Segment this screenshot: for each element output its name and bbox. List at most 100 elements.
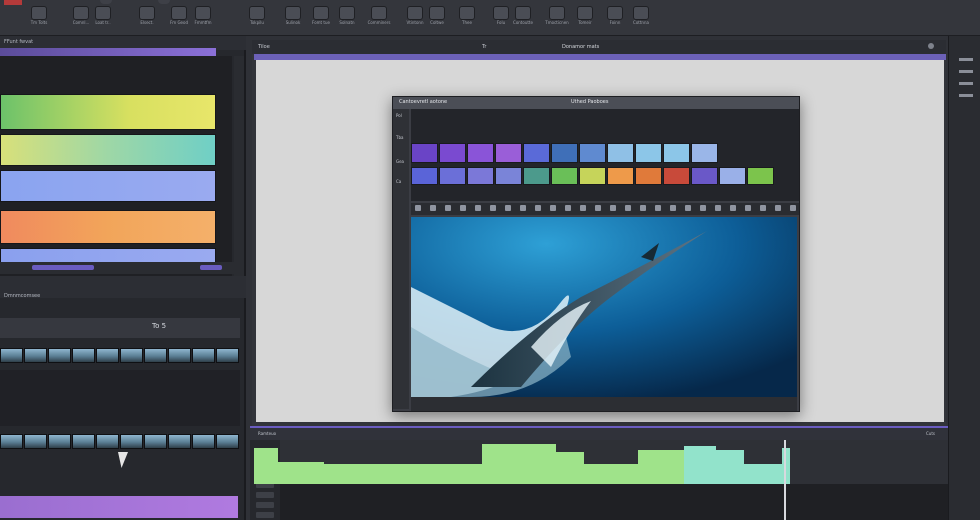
track-button[interactable] <box>256 492 274 498</box>
toolbar-button[interactable]: Tomeir <box>568 4 602 34</box>
track-clip[interactable] <box>691 167 718 185</box>
toolbar-button[interactable]: Loat tr.. <box>86 4 120 34</box>
transport-button[interactable] <box>640 205 646 211</box>
transport-button[interactable] <box>580 205 586 211</box>
transport-button[interactable] <box>685 205 691 211</box>
clip-thumbnail[interactable] <box>96 434 119 449</box>
transport-button[interactable] <box>475 205 481 211</box>
clip-thumbnail[interactable] <box>168 348 191 363</box>
transport-button[interactable] <box>595 205 601 211</box>
track-clip[interactable] <box>467 167 494 185</box>
track-clip[interactable] <box>579 167 606 185</box>
clip-thumbnail[interactable] <box>144 348 167 363</box>
transport-button[interactable] <box>460 205 466 211</box>
track-clip[interactable] <box>439 167 466 185</box>
transport-button[interactable] <box>760 205 766 211</box>
clip-thumbnail[interactable] <box>144 434 167 449</box>
track-clip[interactable] <box>663 143 690 163</box>
toolbar-button[interactable]: Comminers <box>362 4 396 34</box>
clip-thumbnail[interactable] <box>72 348 95 363</box>
clip-thumbnail[interactable] <box>24 434 47 449</box>
transport-button[interactable] <box>775 205 781 211</box>
toolbar-button[interactable]: Solnatn <box>330 4 364 34</box>
clip-thumbnail[interactable] <box>216 348 239 363</box>
slider-range[interactable] <box>200 265 222 270</box>
scopes-scrollbar[interactable] <box>234 56 244 282</box>
clip-thumbnail[interactable] <box>192 434 215 449</box>
track-clip[interactable] <box>411 143 438 163</box>
track-clip[interactable] <box>607 143 634 163</box>
transport-button[interactable] <box>535 205 541 211</box>
transport-button[interactable] <box>745 205 751 211</box>
clip-thumbnail[interactable] <box>168 434 191 449</box>
playhead[interactable] <box>784 440 786 520</box>
transport-button[interactable] <box>505 205 511 211</box>
inspector-item[interactable] <box>959 70 973 73</box>
clip-thumbnail[interactable] <box>96 348 119 363</box>
clip-thumbnail[interactable] <box>120 434 143 449</box>
track-clip[interactable] <box>635 143 662 163</box>
transport-button[interactable] <box>655 205 661 211</box>
clip-thumbnail[interactable] <box>72 434 95 449</box>
transport-button[interactable] <box>415 205 421 211</box>
track-clip[interactable] <box>439 143 466 163</box>
clip-thumbnail[interactable] <box>0 348 23 363</box>
transport-button[interactable] <box>430 205 436 211</box>
transport-button[interactable] <box>730 205 736 211</box>
track-clip[interactable] <box>579 143 606 163</box>
track-clip[interactable] <box>523 143 550 163</box>
transport-button[interactable] <box>610 205 616 211</box>
toolbar-button[interactable]: Elsect. <box>130 4 164 34</box>
viewer-tab[interactable]: Tiloe <box>258 44 270 50</box>
transport-button[interactable] <box>715 205 721 211</box>
track-clip[interactable] <box>495 143 522 163</box>
clip-thumbnail[interactable] <box>48 348 71 363</box>
viewer-tab[interactable]: Tr <box>482 44 486 50</box>
transport-button[interactable] <box>445 205 451 211</box>
inspector-item[interactable] <box>959 58 973 61</box>
toolbar-button[interactable]: Coltwe <box>420 4 454 34</box>
track-clip[interactable] <box>747 167 774 185</box>
track-button[interactable] <box>256 512 274 518</box>
track-button[interactable] <box>256 502 274 508</box>
transport-button[interactable] <box>625 205 631 211</box>
audio-waveform[interactable] <box>254 442 794 484</box>
inspector-item[interactable] <box>959 94 973 97</box>
track-clip[interactable] <box>495 167 522 185</box>
transport-button[interactable] <box>520 205 526 211</box>
clip-thumbnail[interactable] <box>120 348 143 363</box>
gear-icon[interactable] <box>928 43 934 49</box>
toolbar-button[interactable]: Contoutte <box>506 4 540 34</box>
track-clip[interactable] <box>719 167 746 185</box>
clip-thumbnail[interactable] <box>24 348 47 363</box>
track-clip[interactable] <box>551 167 578 185</box>
track-clip[interactable] <box>551 143 578 163</box>
transport-button[interactable] <box>550 205 556 211</box>
track-clip[interactable] <box>691 143 718 163</box>
side-label: Tba <box>396 135 404 140</box>
track-clip[interactable] <box>411 167 438 185</box>
toolbar-button[interactable]: Tokpilu <box>240 4 274 34</box>
track-clip[interactable] <box>523 167 550 185</box>
track-clip[interactable] <box>635 167 662 185</box>
toolbar-button[interactable]: Tm Tolts <box>22 4 56 34</box>
clip-thumbnail[interactable] <box>192 348 215 363</box>
toolbar-button[interactable]: Cottnna <box>624 4 658 34</box>
slider-range[interactable] <box>32 265 94 270</box>
transport-button[interactable] <box>700 205 706 211</box>
toolbar-button[interactable]: Fmmtfm <box>186 4 220 34</box>
transport-button[interactable] <box>670 205 676 211</box>
inspector-item[interactable] <box>959 82 973 85</box>
track-clip[interactable] <box>607 167 634 185</box>
track-clip[interactable] <box>663 167 690 185</box>
transport-button[interactable] <box>790 205 796 211</box>
transport-button[interactable] <box>565 205 571 211</box>
transport-button[interactable] <box>490 205 496 211</box>
track-clip[interactable] <box>467 143 494 163</box>
purple-track-bar[interactable] <box>0 496 238 518</box>
toolbar-button[interactable]: Thee <box>450 4 484 34</box>
clip-thumbnail[interactable] <box>48 434 71 449</box>
clip-thumbnail[interactable] <box>216 434 239 449</box>
scope-slider[interactable] <box>0 262 240 274</box>
clip-thumbnail[interactable] <box>0 434 23 449</box>
